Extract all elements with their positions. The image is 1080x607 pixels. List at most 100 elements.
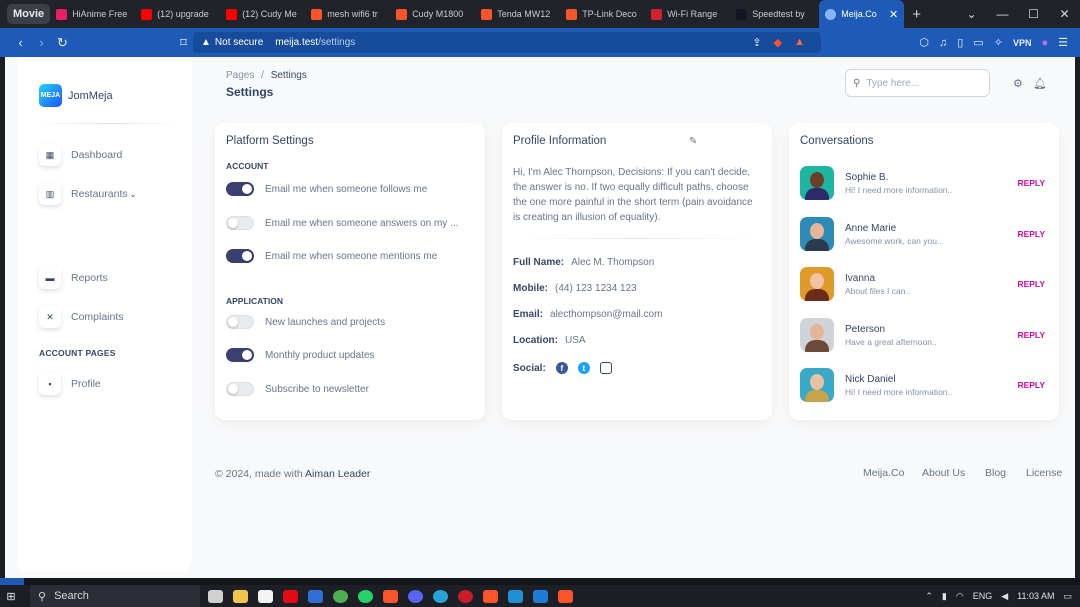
task-view-icon[interactable] xyxy=(208,589,223,603)
settings-gear-icon[interactable]: ⚙ xyxy=(1013,77,1023,90)
close-tab-icon[interactable]: ✕ xyxy=(889,8,898,21)
vpn-button[interactable]: VPN xyxy=(1013,38,1032,48)
opera-icon[interactable] xyxy=(458,589,473,603)
toggle-switch[interactable] xyxy=(226,348,254,362)
leo-icon[interactable]: ✧ xyxy=(994,36,1003,49)
windows-start-icon[interactable]: ⊞ xyxy=(0,590,22,603)
sidebar-item-restaurants[interactable]: ▥ Restaurants ⌄ xyxy=(39,183,136,205)
profile-avatar-icon[interactable]: ● xyxy=(1041,37,1048,49)
brave-rewards-icon[interactable]: ▲ xyxy=(794,36,805,49)
browser-tab-active[interactable]: Meija.Co ✕ xyxy=(819,0,905,28)
browser-tab[interactable]: Tenda MW12 xyxy=(475,0,560,28)
notification-bell-icon[interactable]: 🔔︎ xyxy=(1033,77,1047,90)
brand[interactable]: MEJA JomMeja xyxy=(39,84,113,107)
menu-icon[interactable]: ☰ xyxy=(1058,36,1068,49)
browser-tab[interactable]: (12) Cudy Me xyxy=(220,0,305,28)
chrome-icon[interactable] xyxy=(333,589,348,603)
toggle-switch[interactable] xyxy=(226,382,254,396)
browser-tab[interactable]: Cudy M1800 xyxy=(390,0,475,28)
reply-button[interactable]: REPLY xyxy=(1017,279,1045,289)
hianime-icon xyxy=(56,8,68,20)
notepad-icon[interactable] xyxy=(258,589,273,603)
wallet-icon[interactable]: ▭ xyxy=(973,36,983,49)
reply-button[interactable]: REPLY xyxy=(1017,229,1045,239)
taskbar-search[interactable]: ⚲ Search xyxy=(30,585,200,607)
bookmark-icon[interactable]: ⌑ xyxy=(173,35,194,51)
notification-icon[interactable]: ▭ xyxy=(1063,591,1072,602)
mail-icon[interactable] xyxy=(308,589,323,603)
facebook-icon[interactable]: f xyxy=(555,362,568,374)
account-subtitle: ACCOUNT xyxy=(226,161,269,171)
browser-tab[interactable]: Wi-Fi Range xyxy=(645,0,730,28)
clock[interactable]: 11:03 AM xyxy=(1017,591,1054,601)
browser-tab[interactable]: mesh wifi6 tr xyxy=(305,0,390,28)
battery-icon[interactable]: ▮ xyxy=(942,591,947,602)
minimize-icon[interactable]: — xyxy=(987,7,1018,21)
file-explorer-icon[interactable] xyxy=(233,589,248,603)
discord-icon[interactable] xyxy=(408,589,423,603)
wifi-icon[interactable]: ◠ xyxy=(956,591,964,602)
taskbar: ⊞ ⚲ Search ⌃ ▮ ◠ ENG ◀ 11:03 AM ▭ xyxy=(0,585,1080,607)
extensions-icon[interactable]: ⬡ xyxy=(919,36,929,49)
tab-group-label[interactable]: Movie xyxy=(7,4,51,24)
new-tab-button[interactable]: + xyxy=(912,6,921,23)
warning-icon[interactable]: ▲ xyxy=(201,37,211,48)
brave-shield-icon[interactable]: ◆ xyxy=(774,36,782,49)
forward-icon[interactable]: › xyxy=(31,35,52,50)
share-icon[interactable]: ⇪ xyxy=(752,36,761,49)
footer-link-about[interactable]: About Us xyxy=(922,467,965,479)
security-label[interactable]: Not secure xyxy=(215,37,263,48)
search-icon: ⚲ xyxy=(853,77,861,89)
telegram-icon[interactable] xyxy=(433,589,448,603)
brave-beta-icon[interactable] xyxy=(558,589,573,603)
whatsapp-icon[interactable] xyxy=(358,589,373,603)
reload-icon[interactable]: ↻ xyxy=(52,35,73,51)
reply-button[interactable]: REPLY xyxy=(1017,178,1045,188)
netflix-icon[interactable] xyxy=(283,589,298,603)
toggle-switch[interactable] xyxy=(226,216,254,230)
footer-link-license[interactable]: License xyxy=(1026,467,1062,479)
reply-button[interactable]: REPLY xyxy=(1017,380,1045,390)
close-window-icon[interactable]: ✕ xyxy=(1049,7,1080,21)
sidebar-item-profile[interactable]: ▪ Profile xyxy=(39,373,101,395)
sidebar-toggle-icon[interactable]: ▯ xyxy=(957,36,963,49)
search-input[interactable] xyxy=(866,77,977,89)
sidebar-item-reports[interactable]: ▬ Reports xyxy=(39,267,108,289)
maximize-icon[interactable]: ☐ xyxy=(1018,7,1049,21)
footer-link-meija[interactable]: Meija.Co xyxy=(863,467,904,479)
shop-icon: ▦ xyxy=(39,144,61,166)
system-tray: ⌃ ▮ ◠ ENG ◀ 11:03 AM ▭ xyxy=(925,591,1072,602)
reply-button[interactable]: REPLY xyxy=(1017,330,1045,340)
browser-tab[interactable]: (12) upgrade xyxy=(135,0,220,28)
vscode-icon[interactable] xyxy=(533,589,548,603)
tab-search-icon[interactable]: ⌄ xyxy=(956,7,987,21)
edit-profile-icon[interactable]: ✎ xyxy=(689,136,697,147)
tab-title: TP-Link Deco xyxy=(582,9,637,19)
browser-tab[interactable]: HiAnime Free xyxy=(50,0,135,28)
instagram-icon[interactable] xyxy=(599,362,612,374)
chevron-up-icon[interactable]: ⌃ xyxy=(925,591,933,602)
media-icon[interactable]: ♫ xyxy=(939,37,947,49)
browser-tab[interactable]: Speedtest by xyxy=(730,0,815,28)
toggle-switch[interactable] xyxy=(226,315,254,329)
sidebar-item-complaints[interactable]: ✕ Complaints xyxy=(39,306,124,328)
sidebar-item-dashboard[interactable]: ▦ Dashboard xyxy=(39,144,122,166)
volume-icon[interactable]: ◀ xyxy=(1001,591,1008,602)
author-link[interactable]: Aiman Leader xyxy=(305,468,370,480)
divider xyxy=(513,238,761,239)
edge-icon[interactable] xyxy=(508,589,523,603)
brave-icon[interactable] xyxy=(383,589,398,603)
search-box[interactable]: ⚲ xyxy=(845,69,990,97)
breadcrumb-root[interactable]: Pages xyxy=(226,70,254,81)
browser-tab[interactable]: TP-Link Deco xyxy=(560,0,645,28)
language-indicator[interactable]: ENG xyxy=(973,591,993,601)
credit-card-icon: ▬ xyxy=(39,267,61,289)
footer-link-blog[interactable]: Blog xyxy=(985,467,1006,479)
brave-active-icon[interactable] xyxy=(483,589,498,603)
toggle-switch[interactable] xyxy=(226,182,254,196)
twitter-icon[interactable]: t xyxy=(577,362,590,374)
toggle-switch[interactable] xyxy=(226,249,254,263)
back-icon[interactable]: ‹ xyxy=(10,35,31,50)
address-bar[interactable]: ▲ Not secure meija.test /settings ⇪ ◆ ▲ xyxy=(193,32,821,53)
avatar-head xyxy=(810,223,824,239)
